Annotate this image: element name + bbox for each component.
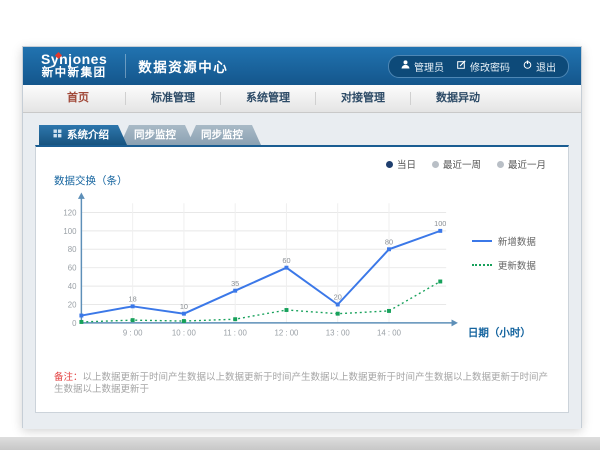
user-menu: 管理员 修改密码 退出: [388, 55, 569, 78]
dotted-line-icon: [472, 264, 492, 266]
svg-text:20: 20: [68, 300, 77, 309]
svg-text:18: 18: [129, 294, 137, 303]
header-divider: [125, 54, 126, 78]
solid-line-icon: [472, 240, 492, 242]
svg-text:100: 100: [434, 219, 446, 228]
svg-text:10 : 00: 10 : 00: [172, 329, 197, 338]
time-range-filters: 当日 最近一周 最近一月: [50, 157, 546, 171]
footnote-text: 以上数据更新于时间产生数据以上数据更新于时间产生数据以上数据更新于时间产生数据以…: [54, 372, 548, 395]
footnote: 备注：以上数据更新于时间产生数据以上数据更新于时间产生数据以上数据更新于时间产生…: [54, 372, 554, 397]
svg-text:9 : 00: 9 : 00: [123, 329, 143, 338]
svg-text:80: 80: [385, 237, 393, 246]
page: Synjones 新中新集团 数据资源中心 管理员 修改密码: [0, 0, 600, 450]
nav-item-system-management[interactable]: 系统管理: [221, 92, 316, 105]
content-area: 系统介绍 同步监控 同步监控 当日 最近一周: [23, 113, 581, 429]
tab-system-intro-label: 系统介绍: [67, 125, 109, 145]
svg-text:10: 10: [180, 302, 188, 311]
legend-new-data-label: 新增数据: [498, 234, 536, 248]
nav-item-interface-management[interactable]: 对接管理: [316, 92, 411, 105]
svg-text:11 : 00: 11 : 00: [224, 329, 248, 338]
legend-updated-data-label: 更新数据: [498, 258, 536, 272]
logout-label: 退出: [536, 59, 556, 74]
svg-text:100: 100: [63, 227, 77, 236]
legend-item-updated-data[interactable]: 更新数据: [472, 258, 536, 272]
power-icon: [523, 60, 532, 72]
nav-item-data-change[interactable]: 数据异动: [411, 92, 505, 105]
radio-unselected-icon: [497, 161, 504, 168]
filter-last-week-label: 最近一周: [443, 157, 481, 171]
user-icon: [401, 60, 410, 72]
svg-text:14 : 00: 14 : 00: [377, 329, 402, 338]
chart-legend: 新增数据 更新数据: [472, 234, 536, 272]
logo: Synjones 新中新集团: [35, 52, 113, 80]
filter-last-month-label: 最近一月: [508, 157, 546, 171]
svg-text:60: 60: [68, 264, 77, 273]
chart-side-column: 新增数据 更新数据 日期（小时）: [460, 188, 554, 346]
user-menu-admin-label: 管理员: [414, 59, 444, 74]
tab-sync-monitor-1[interactable]: 同步监控: [120, 125, 194, 145]
tab-bar: 系统介绍 同步监控 同步监控: [39, 125, 569, 145]
svg-text:13 : 00: 13 : 00: [326, 329, 351, 338]
y-axis-title: 数据交换（条）: [54, 173, 554, 188]
user-menu-item-logout[interactable]: 退出: [523, 59, 556, 74]
line-chart: 0 20 40 60 80 100 120 9 : 00 10 : 00 11 : 00 12 : …: [50, 188, 460, 346]
svg-text:120: 120: [63, 208, 77, 217]
filter-last-month[interactable]: 最近一月: [497, 157, 546, 171]
edit-icon: [457, 60, 466, 72]
chart-row: 0 20 40 60 80 100 120 9 : 00 10 : 00 11 : 00 12 : …: [50, 188, 554, 346]
filter-today[interactable]: 当日: [386, 157, 416, 171]
svg-text:60: 60: [282, 256, 290, 265]
bottom-strip: [0, 437, 600, 450]
radio-unselected-icon: [432, 161, 439, 168]
svg-text:35: 35: [231, 279, 239, 288]
logo-primary: Synjones: [41, 52, 107, 67]
change-password-label: 修改密码: [470, 59, 510, 74]
svg-text:80: 80: [68, 245, 77, 254]
app-window: Synjones 新中新集团 数据资源中心 管理员 修改密码: [22, 46, 582, 428]
svg-text:40: 40: [68, 282, 77, 291]
tab-system-intro[interactable]: 系统介绍: [39, 125, 127, 145]
svg-text:0: 0: [72, 319, 77, 328]
user-menu-item-change-password[interactable]: 修改密码: [457, 59, 510, 74]
nav-item-standard-management[interactable]: 标准管理: [126, 92, 221, 105]
chart-panel: 当日 最近一周 最近一月 数据交换（条） 0 20 40 60 80 100 120 9 : …: [35, 145, 569, 413]
grid-icon: [53, 125, 62, 145]
app-header: Synjones 新中新集团 数据资源中心 管理员 修改密码: [23, 47, 581, 85]
radio-selected-icon: [386, 161, 393, 168]
filter-today-label: 当日: [397, 157, 416, 171]
svg-text:20: 20: [334, 293, 342, 302]
filter-last-week[interactable]: 最近一周: [432, 157, 481, 171]
nav-item-home[interactable]: 首页: [31, 92, 126, 105]
legend-item-new-data[interactable]: 新增数据: [472, 234, 536, 248]
logo-secondary: 新中新集团: [41, 67, 107, 80]
tab-sync-monitor-2[interactable]: 同步监控: [187, 125, 261, 145]
app-title: 数据资源中心: [138, 56, 228, 76]
svg-text:12 : 00: 12 : 00: [274, 329, 299, 338]
main-nav: 首页 标准管理 系统管理 对接管理 数据异动: [23, 85, 581, 113]
footnote-prefix: 备注：: [54, 372, 83, 383]
user-menu-item-admin[interactable]: 管理员: [401, 59, 444, 74]
x-axis-title: 日期（小时）: [468, 325, 531, 340]
